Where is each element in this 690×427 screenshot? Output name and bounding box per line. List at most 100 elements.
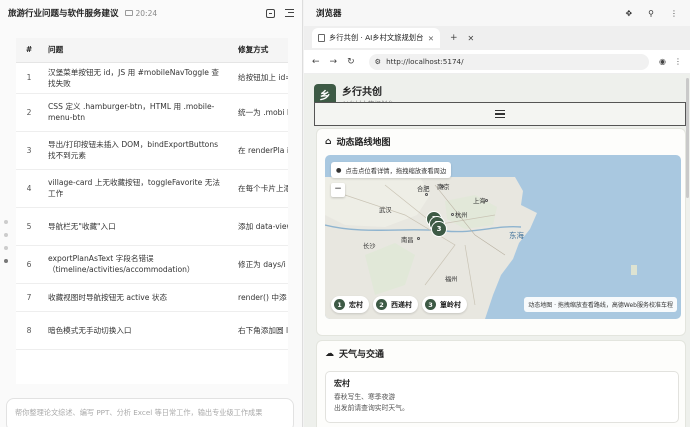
issues-table: # 问题 修复方式 1 汉堡菜单按钮无 id，JS 用 #mobileNavTog… bbox=[16, 38, 288, 384]
stop-chip-3[interactable]: 3 篁岭村 bbox=[422, 296, 467, 313]
city-label: 杭州 bbox=[455, 212, 468, 219]
browser-title: 浏览器 bbox=[316, 9, 342, 19]
reload-icon[interactable]: ↻ bbox=[347, 57, 355, 67]
marker-number: 3 bbox=[436, 225, 442, 233]
cell-n: 5 bbox=[16, 207, 42, 246]
address-bar: ← → ↻ ⚙ http://localhost:5174/ ◉ ⋮ bbox=[304, 50, 690, 74]
table-row: 5导航栏无"收藏"入口添加 data-view="favor 按钮 bbox=[16, 207, 288, 246]
cell-n: 1 bbox=[16, 62, 42, 94]
time-label: 20:24 bbox=[135, 8, 158, 18]
table-row: 4 village-card 上无收藏按钮，toggleFavorite 无法工作… bbox=[16, 169, 288, 208]
map-land bbox=[325, 177, 637, 319]
weather-section-title-text: 天气与交通 bbox=[339, 350, 385, 360]
city-label: 合肥 bbox=[417, 186, 430, 193]
stop-number: 1 bbox=[334, 299, 345, 310]
map-note: 动态地图 · 拖拽缩放查看路线，高德Web服务校准车程 bbox=[524, 297, 677, 312]
cell-fix: render() 中添 link-btn 选择 bbox=[232, 283, 288, 312]
stop-chip-2[interactable]: 2 西递村 bbox=[373, 296, 418, 313]
cell-fix: 给按钮加上 id="mobileN bbox=[232, 62, 288, 94]
browser-menu-icon[interactable]: ⋮ bbox=[674, 57, 682, 66]
stop-chip-1[interactable]: 1 宏村 bbox=[331, 296, 369, 313]
cell-fix: 统一为 .mobi btn bbox=[232, 93, 288, 132]
web-viewport: 乡 乡行共创 AI乡村文旅规划台 ⌂ 动态路线地图 bbox=[304, 74, 690, 427]
message-input[interactable]: 帮你整理论文综述、编写 PPT、分析 Excel 等日常工作，输出专业级工作成果 bbox=[6, 398, 294, 427]
col-header-fix: 修复方式 bbox=[232, 38, 288, 63]
cell-problem: village-card 上无收藏按钮，toggleFavorite 无法工作 bbox=[42, 169, 232, 208]
cell-problem: 汉堡菜单按钮无 id，JS 用 #mobileNavToggle 查找失败 bbox=[42, 62, 232, 94]
col-header-problem: 问题 bbox=[42, 38, 232, 63]
map-section-title-text: 动态路线地图 bbox=[336, 138, 391, 148]
folder-icon bbox=[124, 10, 133, 16]
close-icon[interactable]: ✕ bbox=[468, 34, 475, 43]
new-tab-icon[interactable]: + bbox=[450, 33, 458, 43]
url-field[interactable]: ⚙ http://localhost:5174/ bbox=[368, 53, 650, 70]
forward-icon[interactable]: → bbox=[330, 57, 338, 67]
collapse-panel-icon[interactable] bbox=[285, 8, 294, 17]
nav-dot[interactable] bbox=[4, 246, 8, 250]
cell-problem: 暗色模式无手动切换入口 bbox=[42, 311, 232, 350]
hamburger-menu-button[interactable] bbox=[314, 102, 686, 126]
weather-place: 宏村 bbox=[334, 379, 350, 388]
cell-problem: CSS 定义 .hamburger-btn，HTML 用 .mobile-men… bbox=[42, 93, 232, 132]
page-icon bbox=[318, 34, 325, 42]
pointer-icon[interactable]: ✥ bbox=[625, 9, 632, 18]
new-window-icon[interactable] bbox=[266, 8, 275, 18]
cell-n: 2 bbox=[16, 93, 42, 132]
cell-n: 3 bbox=[16, 131, 42, 170]
cell-problem: 导航栏无"收藏"入口 bbox=[42, 207, 232, 246]
browser-tab[interactable]: 乡行共创 · AI乡村文旅规划台 ✕ bbox=[312, 28, 440, 48]
weather-section-title: ☁ 天气与交通 bbox=[325, 347, 385, 361]
map-section-title: ⌂ 动态路线地图 bbox=[325, 135, 391, 149]
table-row: 6 exportPlanAsText 字段名错误（timeline/activit… bbox=[16, 245, 288, 284]
site-info-icon[interactable]: ⚙ bbox=[375, 57, 381, 66]
weather-item: 宏村 春秋写生、寒季夜游 出发前请查询实时天气。 bbox=[325, 371, 679, 423]
stop-number: 2 bbox=[376, 299, 387, 310]
cell-fix: 在每个卡片上添 并绑定事件 bbox=[232, 169, 288, 208]
nav-dot-active[interactable] bbox=[4, 259, 8, 263]
stop-number: 3 bbox=[425, 299, 436, 310]
cell-problem: 收藏视图时导航按钮无 active 状态 bbox=[42, 283, 232, 312]
hamburger-icon bbox=[495, 108, 505, 120]
conversation-title: 旅游行业问题与软件服务建议 bbox=[8, 9, 119, 19]
cell-n: 4 bbox=[16, 169, 42, 208]
page-scrollbar[interactable] bbox=[686, 78, 689, 198]
weather-icon: ☁ bbox=[325, 348, 334, 359]
zoom-out-button[interactable]: − bbox=[331, 183, 345, 197]
tab-close-icon[interactable]: ✕ bbox=[428, 34, 434, 43]
cell-n: 8 bbox=[16, 311, 42, 350]
browser-header: 浏览器 ✥ ⚲ ⋮ bbox=[304, 0, 690, 26]
table-header-row: # 问题 修复方式 bbox=[16, 38, 288, 63]
city-label: 南昌 bbox=[401, 237, 414, 244]
table-row: 2 CSS 定义 .hamburger-btn，HTML 用 .mobile-me… bbox=[16, 93, 288, 132]
map-hint-text: 点击点位看详情，拖拽缩放查看周边 bbox=[345, 167, 447, 175]
back-icon[interactable]: ← bbox=[312, 57, 320, 67]
chat-header: 旅游行业问题与软件服务建议 20:24 bbox=[0, 0, 302, 26]
route-map[interactable]: ● 点击点位看详情，拖拽缩放查看周边 − 合肥 南京 上海 武汉 杭州 长沙 南… bbox=[325, 155, 681, 319]
route-stops: 1 宏村 2 西递村 3 篁岭村 bbox=[331, 296, 467, 313]
conversation-time: 20:24 bbox=[124, 8, 158, 18]
nav-dot[interactable] bbox=[4, 233, 8, 237]
chat-panel: 旅游行业问题与软件服务建议 20:24 # 问题 修复方式 1 汉堡菜单按钮无 … bbox=[0, 0, 303, 427]
weather-traffic-card: ☁ 天气与交通 宏村 春秋写生、寒季夜游 出发前请查询实时天气。 bbox=[316, 340, 686, 427]
nav-dot[interactable] bbox=[4, 220, 8, 224]
city-label: 福州 bbox=[445, 276, 458, 283]
cell-fix: 在 renderPla insight-rail 中插 bbox=[232, 131, 288, 170]
cell-fix: 修正为 days/i bbox=[232, 245, 288, 284]
route-marker-3[interactable]: 3 bbox=[431, 221, 447, 237]
browser-panel: 浏览器 ✥ ⚲ ⋮ 乡行共创 · AI乡村文旅规划台 ✕ + ✕ ← → ↻ ⚙… bbox=[304, 0, 690, 427]
map-hint: ● 点击点位看详情，拖拽缩放查看周边 bbox=[331, 162, 452, 178]
pin-icon[interactable]: ⚲ bbox=[648, 9, 654, 18]
city-dot bbox=[417, 237, 420, 240]
col-header-num: # bbox=[16, 38, 42, 63]
site-name: 乡行共创 bbox=[342, 86, 382, 98]
cell-n: 6 bbox=[16, 245, 42, 284]
cell-problem: exportPlanAsText 字段名错误（timeline/activiti… bbox=[42, 245, 232, 284]
stop-name: 宏村 bbox=[349, 300, 363, 309]
cell-fix: 右下角添加圆 localStorage 记 bbox=[232, 311, 288, 350]
record-icon[interactable]: ◉ bbox=[659, 57, 666, 66]
more-icon[interactable]: ⋮ bbox=[670, 9, 678, 18]
section-nav-dots[interactable] bbox=[4, 220, 8, 272]
cell-n: 7 bbox=[16, 283, 42, 312]
city-dot bbox=[425, 193, 428, 196]
city-label: 长沙 bbox=[363, 243, 376, 250]
